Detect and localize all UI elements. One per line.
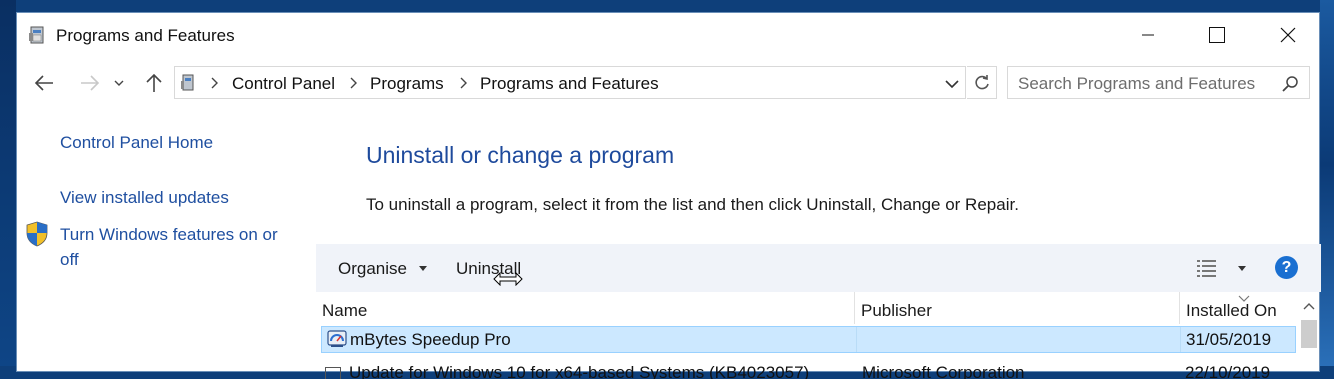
breadcrumb-separator-icon[interactable]	[459, 76, 469, 90]
search-input[interactable]: Search Programs and Features	[1007, 66, 1310, 99]
breadcrumb-programs[interactable]: Programs	[370, 74, 444, 94]
breadcrumb-programs-and-features[interactable]: Programs and Features	[480, 74, 659, 94]
view-options-caret-icon[interactable]	[1237, 265, 1247, 273]
row-publisher-cell: Microsoft Corporation	[862, 363, 1025, 379]
row-name-cell: Update for Windows 10 for x64-based Syst…	[349, 363, 810, 379]
sidebar-item-turn-windows-features-line1[interactable]: Turn Windows features on or	[60, 225, 278, 245]
help-button[interactable]: ?	[1275, 256, 1298, 279]
sidebar-item-control-panel-home[interactable]: Control Panel Home	[60, 133, 213, 153]
row-installed-on-cell: 31/05/2019	[1186, 330, 1272, 349]
table-row[interactable]: Update for Windows 10 for x64-based Syst…	[321, 357, 1296, 379]
control-panel-icon	[181, 74, 194, 91]
page-description: To uninstall a program, select it from t…	[366, 195, 1019, 214]
table-row[interactable]: mBytes Speedup Pro 31/05/2019	[321, 326, 1296, 353]
shield-icon	[26, 221, 48, 247]
command-toolbar: Organise Uninstall ?	[316, 244, 1321, 292]
refresh-button[interactable]	[967, 66, 997, 99]
scrollbar-thumb[interactable]	[1301, 320, 1317, 348]
maximize-icon	[1209, 27, 1225, 43]
view-details-icon[interactable]	[1196, 258, 1218, 278]
scrollbar-up-button[interactable]	[1298, 294, 1320, 318]
refresh-icon	[974, 74, 989, 89]
back-button[interactable]	[29, 69, 59, 97]
search-icon	[1282, 76, 1298, 92]
close-icon	[1280, 27, 1296, 43]
programs-and-features-window: Programs and Features Control Panel Prog…	[16, 12, 1321, 379]
chevron-up-icon	[1303, 303, 1315, 310]
sidebar-item-view-installed-updates[interactable]: View installed updates	[60, 188, 229, 208]
row-installed-on-cell: 22/10/2019	[1185, 363, 1271, 379]
caret-down-icon	[419, 266, 427, 271]
chevron-down-icon	[114, 80, 124, 86]
breadcrumb-separator-icon	[211, 77, 218, 89]
column-divider	[856, 327, 857, 352]
minimize-button[interactable]	[1125, 13, 1171, 57]
maximize-button[interactable]	[1194, 13, 1240, 57]
breadcrumb-control-panel[interactable]: Control Panel	[232, 74, 335, 94]
breadcrumb-separator-icon[interactable]	[349, 76, 359, 90]
sidebar-item-turn-windows-features-line2[interactable]: off	[60, 250, 79, 270]
column-header-name[interactable]: Name	[316, 292, 855, 324]
update-icon	[325, 367, 341, 379]
column-header-publisher[interactable]: Publisher	[855, 292, 1180, 324]
desktop-background-left	[0, 0, 16, 366]
up-arrow-icon	[146, 73, 162, 92]
forward-arrow-icon	[81, 75, 100, 91]
app-icon	[327, 330, 347, 347]
title-bar[interactable]: Programs and Features	[17, 13, 1319, 59]
forward-button[interactable]	[75, 69, 105, 97]
close-button[interactable]	[1265, 13, 1311, 57]
resize-cursor-icon	[493, 272, 523, 286]
list-header: Name Publisher Installed On	[316, 292, 1321, 324]
recent-locations-button[interactable]	[109, 69, 129, 97]
organise-button[interactable]: Organise	[338, 259, 407, 279]
desktop-background-right	[1320, 0, 1334, 366]
chevron-down-icon[interactable]	[943, 75, 961, 93]
page-title: Uninstall or change a program	[366, 142, 675, 168]
row-name-cell: mBytes Speedup Pro	[350, 330, 511, 349]
address-bar[interactable]: Control Panel Programs Programs and Feat…	[174, 66, 966, 99]
up-button[interactable]	[139, 69, 169, 97]
control-panel-icon	[29, 26, 44, 44]
back-arrow-icon	[34, 75, 53, 91]
sort-descending-icon	[1238, 295, 1250, 302]
window-title: Programs and Features	[56, 26, 235, 45]
search-placeholder: Search Programs and Features	[1018, 74, 1256, 93]
navigation-bar: Control Panel Programs Programs and Feat…	[17, 65, 1319, 101]
column-divider	[1180, 327, 1181, 352]
minimize-icon	[1142, 34, 1154, 36]
